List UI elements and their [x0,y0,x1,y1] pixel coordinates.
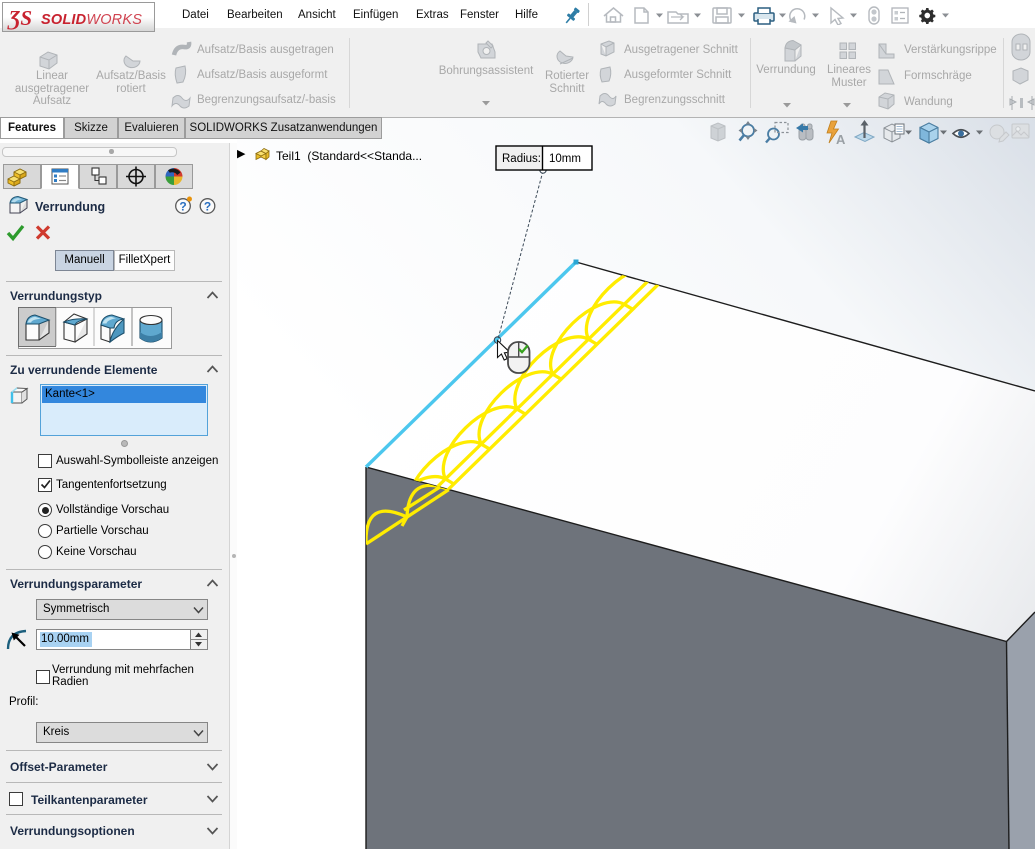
svg-text:Radius:: Radius: [502,153,541,165]
svg-text:A: A [836,132,846,147]
svg-text:10mm: 10mm [549,153,581,165]
svg-text:SOLIDWORKS: SOLIDWORKS [41,12,142,28]
svg-text:ƷS: ƷS [7,6,32,30]
svg-text:?: ? [179,200,186,214]
svg-text:?: ? [204,200,211,214]
